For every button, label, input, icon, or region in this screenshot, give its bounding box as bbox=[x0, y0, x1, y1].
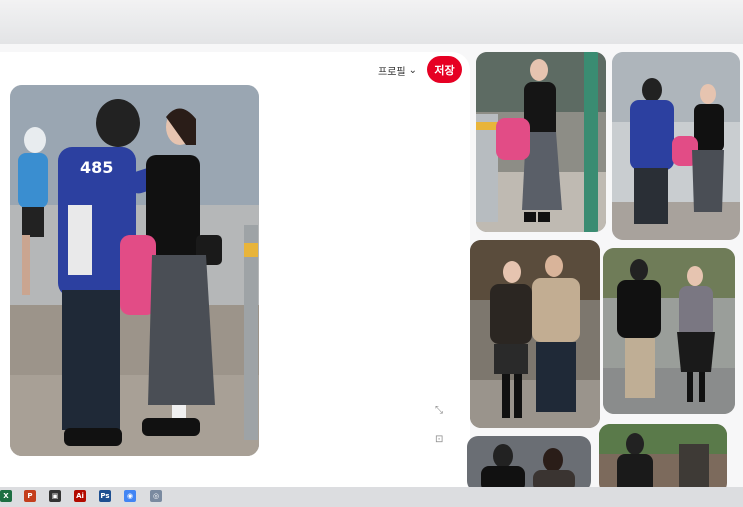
windows-taskbar: X P ▣ Ai Ps ◉ ◎ bbox=[0, 487, 743, 507]
chrome-icon[interactable]: ◉ bbox=[124, 490, 136, 502]
save-button[interactable]: 저장 bbox=[427, 56, 462, 83]
excel-icon[interactable]: X bbox=[0, 490, 12, 502]
related-pin-4[interactable] bbox=[603, 248, 735, 414]
powerpoint-icon[interactable]: P bbox=[24, 490, 36, 502]
app-icon[interactable]: ◎ bbox=[150, 490, 162, 502]
profile-dropdown[interactable]: 프로필 ⌄ bbox=[378, 63, 417, 78]
notes-icon[interactable]: ▣ bbox=[49, 490, 61, 502]
visual-search-icon[interactable]: ⊡ bbox=[435, 434, 443, 445]
chevron-down-icon: ⌄ bbox=[408, 65, 417, 76]
photoshop-icon[interactable]: Ps bbox=[99, 490, 111, 502]
related-pin-1[interactable] bbox=[476, 52, 606, 232]
acrobat-icon[interactable]: Ai bbox=[74, 490, 86, 502]
profile-label: 프로필 bbox=[378, 67, 406, 78]
main-pin-image[interactable]: 485 bbox=[10, 85, 259, 456]
related-pin-3[interactable] bbox=[470, 240, 600, 428]
related-pin-2[interactable] bbox=[612, 52, 740, 240]
jersey-number: 485 bbox=[80, 158, 113, 177]
related-pin-5[interactable] bbox=[467, 436, 591, 492]
expand-icon[interactable]: ⤡ bbox=[435, 405, 443, 416]
related-pin-6[interactable] bbox=[599, 424, 727, 494]
browser-top-area bbox=[0, 0, 743, 44]
